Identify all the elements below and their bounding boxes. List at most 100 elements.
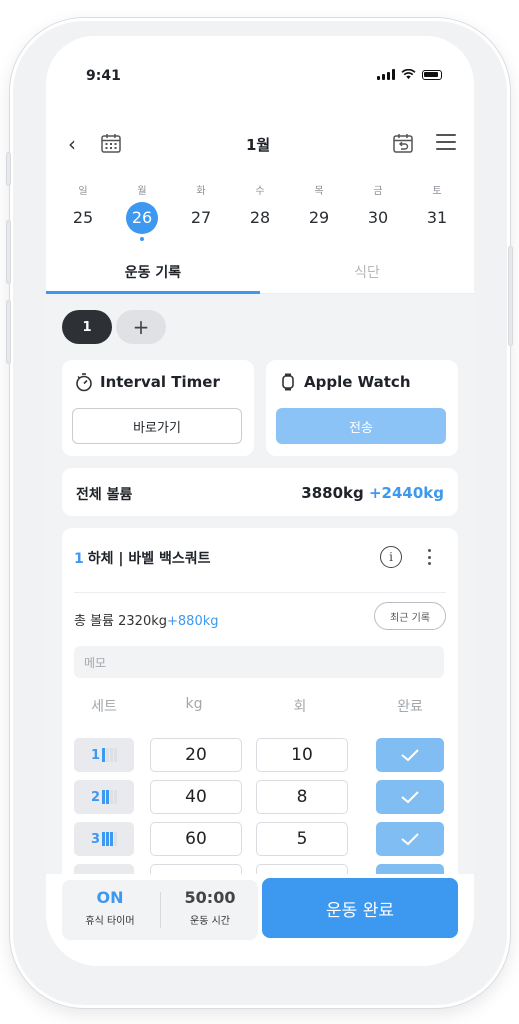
day-wed[interactable]: 수 28 bbox=[235, 182, 285, 241]
column-done: 완료 bbox=[397, 699, 423, 715]
set-number: 2 bbox=[90, 789, 101, 805]
interval-timer-title: Interval Timer bbox=[74, 372, 220, 392]
day-date: 30 bbox=[367, 208, 389, 227]
tab-workout[interactable]: 운동 기록 bbox=[46, 256, 260, 294]
day-sun[interactable]: 일 25 bbox=[58, 182, 108, 241]
day-label: 토 bbox=[432, 186, 442, 197]
exercise-total-label: 총 볼륨 2320kg bbox=[74, 614, 168, 629]
interval-timer-label: Interval Timer bbox=[100, 373, 220, 391]
day-fri[interactable]: 금 30 bbox=[353, 182, 403, 241]
menu-icon[interactable] bbox=[436, 134, 456, 152]
bottom-action-bar: ON 휴식 타이머 50:00 운동 시간 운동 완료 bbox=[46, 874, 474, 966]
day-thu[interactable]: 목 29 bbox=[294, 182, 344, 241]
session-stats: ON 휴식 타이머 50:00 운동 시간 bbox=[62, 880, 258, 940]
day-date: 26 bbox=[126, 202, 158, 234]
day-label: 수 bbox=[255, 186, 265, 197]
side-button-volume-down bbox=[6, 300, 11, 364]
session-tabs: 1 + bbox=[62, 310, 166, 344]
set-number-badge[interactable]: 1 bbox=[74, 738, 134, 772]
side-button-mute bbox=[6, 152, 11, 186]
day-date: 28 bbox=[249, 208, 271, 227]
day-label: 일 bbox=[78, 186, 88, 197]
reps-input[interactable]: 8 bbox=[256, 780, 348, 814]
column-reps: 회 bbox=[293, 699, 307, 715]
set-number-badge[interactable] bbox=[74, 864, 134, 874]
recent-record-button[interactable]: 최근 기록 bbox=[374, 602, 446, 630]
watch-icon bbox=[282, 373, 294, 391]
divider bbox=[160, 892, 161, 928]
exercise-total-delta: +880kg bbox=[167, 614, 219, 629]
record-dot-indicator bbox=[140, 237, 144, 241]
workout-content: 1 + Interval Timer 바로가기 Apple Watch 전송 전… bbox=[46, 294, 474, 874]
more-options-icon[interactable] bbox=[424, 546, 434, 568]
day-label: 화 bbox=[196, 186, 206, 197]
calendar-icon[interactable] bbox=[100, 132, 122, 154]
app-screen: 9:41 ‹ 1월 일 25 월 26 화 27 수 28 목 29 금 30 … bbox=[46, 36, 474, 966]
set-intensity-bars bbox=[102, 790, 118, 804]
set-row-partial bbox=[62, 864, 458, 874]
reps-input[interactable] bbox=[256, 864, 348, 874]
check-icon bbox=[401, 833, 419, 846]
calendar-sync-icon[interactable] bbox=[392, 132, 414, 154]
total-volume-delta: +2440kg bbox=[368, 484, 444, 502]
complete-checkbox[interactable] bbox=[376, 864, 444, 874]
interval-timer-card: Interval Timer 바로가기 bbox=[62, 360, 254, 456]
set-number-badge[interactable]: 2 bbox=[74, 780, 134, 814]
set-number-badge[interactable]: 3 bbox=[74, 822, 134, 856]
exercise-name: 하체 | 바벨 백스쿼트 bbox=[87, 551, 211, 567]
set-intensity-bars bbox=[102, 832, 118, 846]
column-set: 세트 bbox=[91, 699, 117, 715]
day-label: 금 bbox=[373, 186, 383, 197]
day-date: 31 bbox=[426, 208, 448, 227]
send-to-watch-button[interactable]: 전송 bbox=[276, 408, 446, 444]
apple-watch-title: Apple Watch bbox=[278, 372, 411, 392]
check-icon bbox=[401, 791, 419, 804]
interval-shortcut-button[interactable]: 바로가기 bbox=[72, 408, 242, 444]
tab-diet[interactable]: 식단 bbox=[260, 256, 474, 293]
workout-time-value: 50:00 bbox=[184, 888, 236, 907]
week-strip: 일 25 월 26 화 27 수 28 목 29 금 30 토 31 bbox=[58, 182, 462, 241]
column-kg: kg bbox=[185, 696, 203, 712]
complete-checkbox[interactable] bbox=[376, 738, 444, 772]
complete-checkbox[interactable] bbox=[376, 780, 444, 814]
back-arrow-icon[interactable]: ‹ bbox=[60, 132, 84, 156]
exercise-total-volume: 총 볼륨 2320kg+880kg bbox=[74, 610, 219, 629]
apple-watch-label: Apple Watch bbox=[304, 373, 411, 391]
status-time: 9:41 bbox=[86, 68, 121, 84]
total-volume-value: 3880kg +2440kg bbox=[301, 484, 444, 502]
complete-checkbox[interactable] bbox=[376, 822, 444, 856]
side-button-volume-up bbox=[6, 220, 11, 284]
kg-input[interactable] bbox=[150, 864, 242, 874]
set-row: 2 40 8 bbox=[62, 780, 458, 814]
reps-input[interactable]: 5 bbox=[256, 822, 348, 856]
set-number: 1 bbox=[90, 747, 101, 763]
day-label: 월 bbox=[137, 186, 147, 197]
memo-input[interactable]: 메모 bbox=[74, 646, 444, 678]
stopwatch-icon bbox=[76, 373, 92, 392]
side-button-power bbox=[508, 246, 513, 346]
exercise-number: 1 bbox=[74, 551, 84, 567]
day-date: 29 bbox=[308, 208, 330, 227]
finish-workout-button[interactable]: 운동 완료 bbox=[262, 878, 458, 938]
reps-input[interactable]: 10 bbox=[256, 738, 348, 772]
month-title[interactable]: 1월 bbox=[246, 134, 270, 155]
kg-input[interactable]: 20 bbox=[150, 738, 242, 772]
rest-timer-toggle[interactable]: ON 휴식 타이머 bbox=[62, 888, 158, 927]
set-row: 3 60 5 bbox=[62, 822, 458, 856]
info-icon[interactable]: i bbox=[380, 546, 402, 568]
set-number: 3 bbox=[90, 831, 101, 847]
day-tue[interactable]: 화 27 bbox=[176, 182, 226, 241]
status-icons bbox=[377, 69, 442, 80]
kg-input[interactable]: 60 bbox=[150, 822, 242, 856]
day-label: 목 bbox=[314, 186, 324, 197]
exercise-title: 1 하체 | 바벨 백스쿼트 bbox=[74, 548, 211, 568]
day-mon-selected[interactable]: 월 26 bbox=[117, 182, 167, 241]
kg-input[interactable]: 40 bbox=[150, 780, 242, 814]
exercise-card: 1 하체 | 바벨 백스쿼트 i 총 볼륨 2320kg+880kg 최근 기록 … bbox=[62, 528, 458, 874]
apple-watch-card: Apple Watch 전송 bbox=[266, 360, 458, 456]
day-sat[interactable]: 토 31 bbox=[412, 182, 462, 241]
rest-timer-label: 휴식 타이머 bbox=[85, 916, 135, 927]
add-session-button[interactable]: + bbox=[116, 310, 166, 344]
session-tab-1[interactable]: 1 bbox=[62, 310, 112, 344]
day-date: 25 bbox=[72, 208, 94, 227]
